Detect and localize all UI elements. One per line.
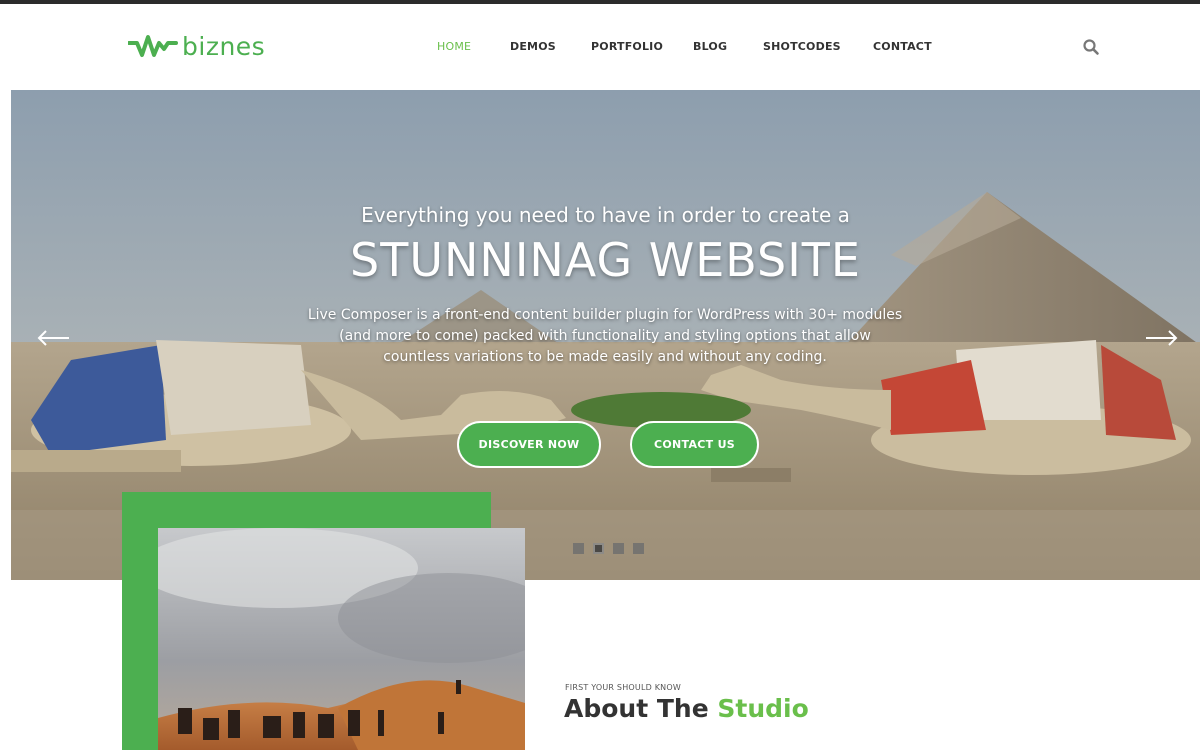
contact-us-button[interactable]: CONTACT US: [630, 421, 759, 468]
discover-now-button[interactable]: DISCOVER NOW: [457, 421, 601, 468]
nav-demos[interactable]: DEMOS: [510, 40, 556, 53]
nav-home[interactable]: HOME: [437, 40, 471, 53]
nav-portfolio[interactable]: PORTFOLIO: [591, 40, 663, 53]
arrow-right-icon[interactable]: [1143, 328, 1179, 348]
slider-dot-2[interactable]: [593, 543, 604, 554]
nav-shotcodes[interactable]: SHOTCODES: [763, 40, 841, 53]
main-nav: HOME DEMOS PORTFOLIO BLOG SHOTCODES CONT…: [0, 40, 1200, 56]
search-icon[interactable]: [1082, 38, 1100, 56]
about-title: About The Studio: [564, 694, 809, 723]
slider-dot-3[interactable]: [613, 543, 624, 554]
nav-contact[interactable]: CONTACT: [873, 40, 932, 53]
hero-description: Live Composer is a front-end content bui…: [307, 307, 903, 365]
about-desert-photo: [158, 528, 525, 750]
hero-title: STUNNINAG WEBSITE: [350, 233, 861, 287]
about-title-main: About The: [564, 694, 718, 723]
about-title-accent: Studio: [717, 694, 809, 723]
arrow-left-icon[interactable]: [36, 328, 72, 348]
nav-blog[interactable]: BLOG: [693, 40, 727, 53]
about-kicker: FIRST YOUR SHOULD KNOW: [565, 683, 681, 692]
site-header: biznes HOME DEMOS PORTFOLIO BLOG SHOTCOD…: [0, 4, 1200, 90]
slider-dot-1[interactable]: [573, 543, 584, 554]
slider-pagination: [573, 543, 644, 554]
slider-dot-4[interactable]: [633, 543, 644, 554]
hero-subtitle: Everything you need to have in order to …: [361, 203, 850, 227]
